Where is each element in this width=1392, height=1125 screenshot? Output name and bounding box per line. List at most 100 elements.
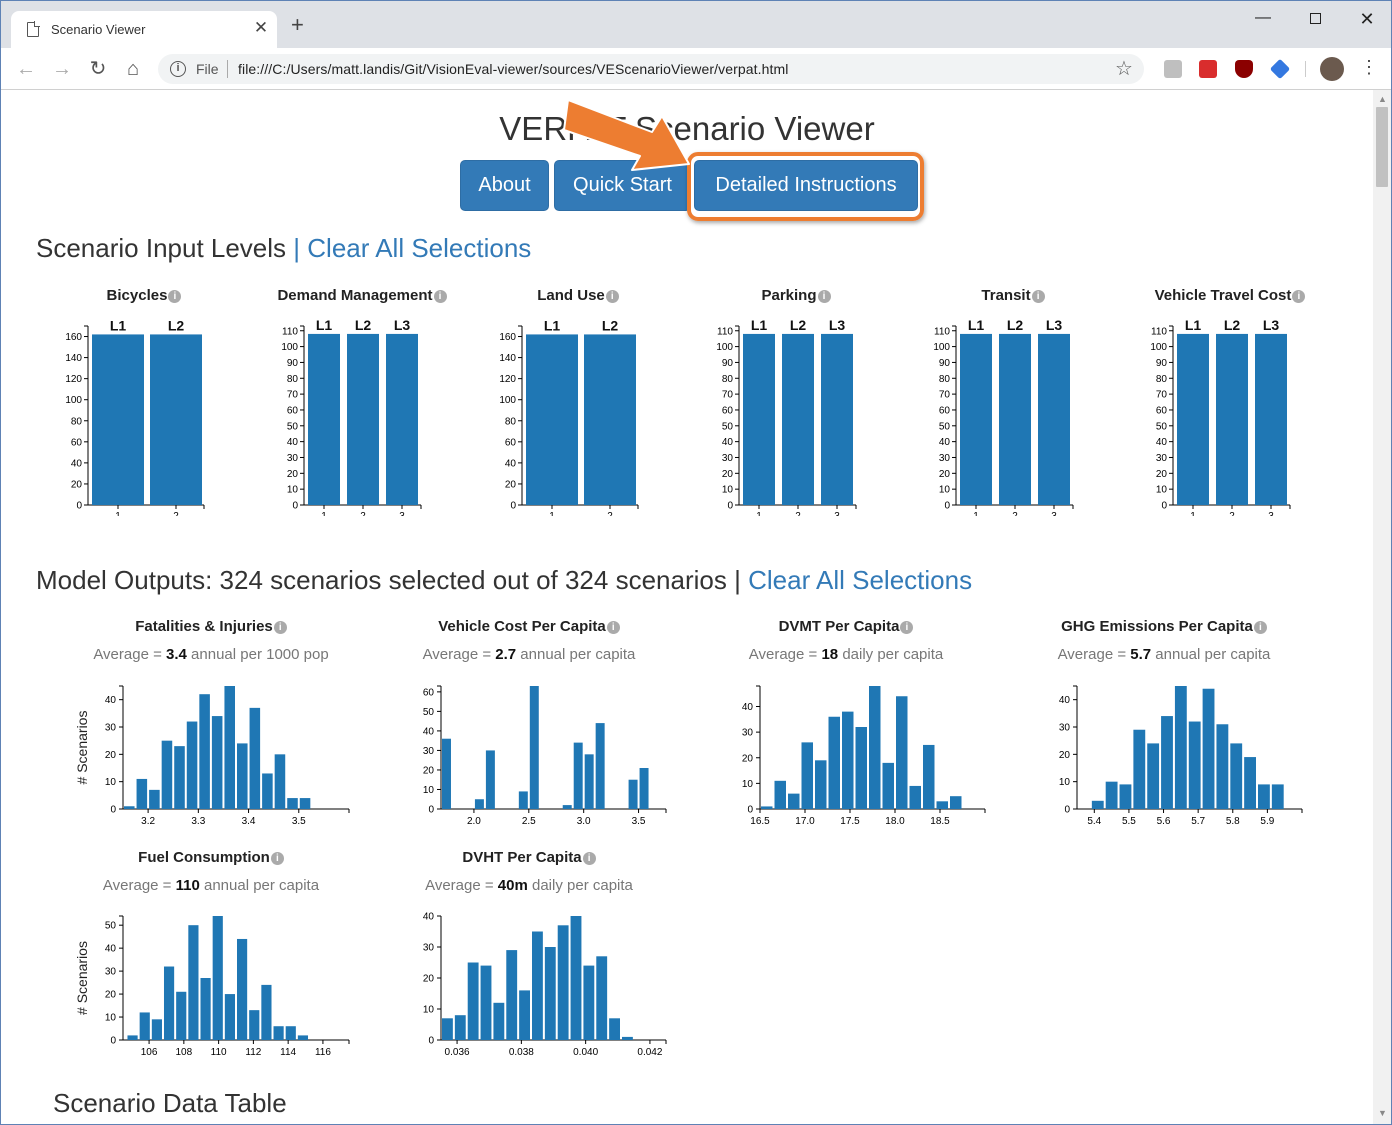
maximize-icon[interactable] [1295,9,1335,29]
x-tick-label: 0.040 [573,1047,598,1058]
level-label: L2 [168,317,185,333]
level-label: L2 [1007,317,1024,333]
url-text[interactable]: file:///C:/Users/matt.landis/Git/VisionE… [238,61,789,77]
histogram-bar [855,727,867,809]
close-tab-icon[interactable]: ✕ [251,18,271,38]
input-level-chart[interactable]: 0 10 20 30 40 50 60 70 80 90 100 110 L1 1 L2 2 L3 3 [1128,316,1298,516]
inputs-title-text: Scenario Input Levels [36,233,287,263]
info-icon[interactable]: i [1031,290,1045,303]
page-content: VERPAT Scenario Viewer About Quick Start… [1,90,1373,1124]
reload-icon[interactable]: ↻ [85,56,111,82]
histogram-chart[interactable]: 0 10 20 30 40 5.4 5.5 5.6 5.7 5.8 5.9 [1017,676,1312,839]
clear-outputs-link[interactable]: Clear All Selections [748,565,972,595]
info-icon[interactable]: i [168,290,182,303]
output-chart-title: DVHT Per Capita i [379,849,679,866]
y-tick-label: 20 [105,990,117,1001]
histogram-chart[interactable]: 0 10 20 30 40 3.2 3.3 3.4 3.5 # Scenarios [63,676,359,839]
x-tick-label: 2.5 [522,816,536,827]
histogram-bar [1147,743,1160,809]
back-arrow-icon[interactable]: ← [13,56,39,82]
close-window-icon[interactable]: ✕ [1347,9,1387,29]
y-tick-label: 10 [105,777,117,788]
extension-icon-2[interactable] [1199,60,1217,78]
y-tick-label: 10 [423,785,435,796]
kebab-menu-icon[interactable]: ⋮ [1360,57,1378,78]
histogram-bar [1174,686,1187,809]
info-icon[interactable]: i [817,290,831,303]
output-chart-title: Vehicle Cost Per Capita i [379,618,679,635]
output-chart-title-text: DVHT Per Capita [462,849,582,866]
info-icon[interactable]: i [582,852,596,865]
extension-icon-4[interactable] [1269,58,1291,80]
y-tick-label: 0 [1064,805,1070,816]
forward-arrow-icon[interactable]: → [49,56,75,82]
ublock-shield-icon[interactable] [1235,60,1253,78]
input-level-chart[interactable]: 0 10 20 30 40 50 60 70 80 90 100 110 L1 1 L2 2 L3 3 [911,316,1081,516]
input-level-chart[interactable]: 0 10 20 30 40 50 60 70 80 90 100 110 L1 1 L2 2 L3 3 [259,316,429,516]
histogram-bar [529,686,539,809]
info-icon[interactable]: i [605,290,619,303]
about-button[interactable]: About [460,160,549,211]
scroll-thumb[interactable] [1376,107,1388,187]
input-chart-title-text: Vehicle Travel Cost [1154,287,1292,304]
x-tick-label: 3.5 [292,816,306,827]
info-icon[interactable]: i [433,290,447,303]
histogram-bar [1091,800,1104,809]
tab-title: Scenario Viewer [51,22,146,37]
new-tab-icon[interactable]: + [291,14,304,36]
clear-inputs-link[interactable]: Clear All Selections [307,233,531,263]
home-icon[interactable]: ⌂ [120,56,146,82]
y-tick-label: 30 [1156,453,1168,464]
y-tick-label: 100 [1150,342,1167,353]
x-tick-label: 3 [399,511,405,516]
input-level-chart[interactable]: 0 20 40 60 80 100 120 140 160 L1 1 L2 2 [477,316,647,516]
info-icon[interactable]: i [1292,290,1306,303]
average-value: 40m [497,877,528,894]
level-label: L2 [1224,317,1241,333]
address-bar[interactable]: i File file:///C:/Users/matt.landis/Git/… [158,54,1144,84]
y-tick-label: 30 [742,728,754,739]
info-icon[interactable]: i [900,621,914,634]
histogram-chart[interactable]: 0 10 20 30 40 50 60 2.0 2.5 3.0 3.5 [381,676,676,839]
extension-icon-1[interactable] [1164,60,1182,78]
minimize-icon[interactable]: — [1243,9,1283,29]
bookmark-star-icon[interactable]: ☆ [1115,56,1133,81]
y-tick-label: 90 [939,358,951,369]
average-prefix: Average = [748,646,822,663]
y-tick-label: 20 [1156,469,1168,480]
browser-tab[interactable]: Scenario Viewer ✕ [11,11,277,48]
input-level-chart[interactable]: 0 20 40 60 80 100 120 140 160 L1 1 L2 2 [43,316,213,516]
histogram-chart[interactable]: 0 10 20 30 40 50 106 108 110 112 114 116 # Scenarios [63,906,359,1070]
histogram-chart[interactable]: 0 10 20 30 40 0.036 0.038 0.040 0.042 [381,906,676,1070]
input-level-chart[interactable]: 0 10 20 30 40 50 60 70 80 90 100 110 L1 1 L2 2 L3 3 [694,316,864,516]
profile-avatar[interactable] [1320,57,1344,81]
info-icon[interactable]: i [270,852,284,865]
info-icon[interactable]: i [273,621,287,634]
info-icon[interactable]: i [1253,621,1267,634]
histogram-chart[interactable]: 0 10 20 30 40 16.5 17.0 17.5 18.0 18.5 [700,676,995,839]
y-tick-label: 50 [1156,421,1168,432]
y-tick-label: 40 [1156,437,1168,448]
input-chart-title: Demand Management i [242,287,482,304]
level-label: L1 [110,317,127,333]
vertical-scrollbar[interactable]: ▲ ▼ [1373,90,1391,1124]
outputs-title-text: Model Outputs: 324 scenarios selected ou… [36,565,727,595]
histogram-bar [149,789,160,809]
x-tick-label: 1 [549,511,555,516]
x-tick-label: 1 [115,511,121,516]
y-tick-label: 80 [1156,374,1168,385]
y-tick-label: 20 [71,479,83,490]
info-icon[interactable]: i [606,621,620,634]
x-tick-label: 108 [176,1047,193,1058]
histogram-bar [224,686,235,809]
level-bar [1216,333,1248,505]
y-tick-label: 60 [1156,405,1168,416]
scroll-down-icon[interactable]: ▼ [1378,1108,1387,1118]
y-axis-label: # Scenarios [74,941,90,1015]
y-tick-label: 100 [933,342,950,353]
info-icon[interactable]: i [170,61,186,77]
histogram-bar [628,779,638,809]
scroll-up-icon[interactable]: ▲ [1378,94,1387,104]
level-bar [782,333,814,505]
histogram-bar [609,1018,620,1040]
